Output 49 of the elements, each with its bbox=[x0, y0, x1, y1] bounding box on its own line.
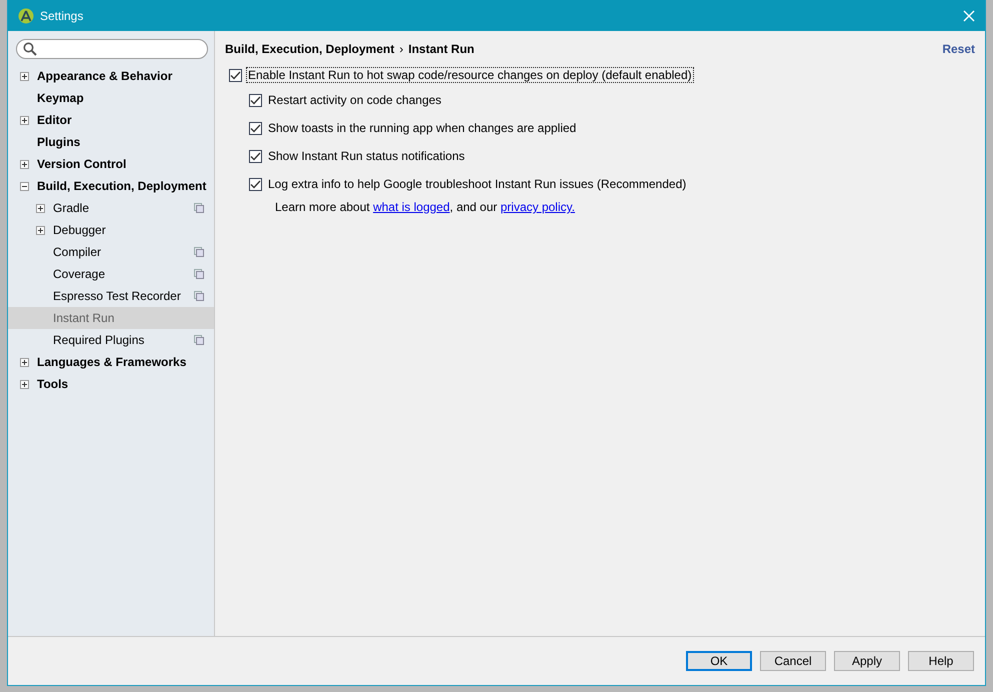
checkbox-label[interactable]: Log extra info to help Google troubleshoot Instant Run issues (Recommended) bbox=[266, 176, 688, 192]
dialog-button[interactable]: Apply bbox=[834, 651, 900, 671]
breadcrumb-current: Instant Run bbox=[408, 42, 474, 56]
expand-icon[interactable] bbox=[36, 226, 45, 234]
expand-icon[interactable] bbox=[20, 358, 29, 366]
collapse-icon[interactable] bbox=[20, 182, 29, 190]
tree-item[interactable]: Required Plugins bbox=[8, 329, 214, 351]
expand-icon[interactable] bbox=[20, 380, 29, 388]
tree-item[interactable]: Instant Run bbox=[8, 307, 214, 329]
checkbox-label[interactable]: Show toasts in the running app when changes are applied bbox=[266, 120, 578, 136]
search-icon bbox=[23, 42, 37, 56]
checkbox-label[interactable]: Enable Instant Run to hot swap code/resource changes on deploy (default enabled) bbox=[246, 67, 694, 83]
expand-icon[interactable] bbox=[20, 116, 29, 124]
tree-item[interactable]: Appearance & Behavior bbox=[8, 65, 214, 87]
expand-icon[interactable] bbox=[20, 160, 29, 168]
tree-item[interactable]: Editor bbox=[8, 109, 214, 131]
checkbox-label[interactable]: Restart activity on code changes bbox=[266, 92, 444, 108]
tree-item[interactable]: Compiler bbox=[8, 241, 214, 263]
dialog-button[interactable]: OK bbox=[686, 651, 752, 671]
dialog-button[interactable]: Help bbox=[908, 651, 974, 671]
window-title: Settings bbox=[40, 8, 84, 22]
android-icon bbox=[18, 8, 34, 24]
checkbox[interactable] bbox=[249, 122, 262, 134]
tree-item[interactable]: Tools bbox=[8, 373, 214, 395]
reset-link[interactable]: Reset bbox=[942, 42, 975, 56]
checkbox[interactable] bbox=[249, 150, 262, 162]
tree-item[interactable]: Gradle bbox=[8, 197, 214, 219]
tree-item[interactable]: Plugins bbox=[8, 131, 214, 153]
checkbox[interactable] bbox=[249, 94, 262, 106]
dialog-button[interactable]: Cancel bbox=[760, 651, 826, 671]
learn-more-text: Learn more about what is logged, and our privacy policy. bbox=[275, 200, 576, 214]
breadcrumb-parent: Build, Execution, Deployment bbox=[225, 42, 394, 56]
tree-item[interactable]: Keymap bbox=[8, 87, 214, 109]
breadcrumb-separator: › bbox=[399, 42, 404, 56]
link[interactable]: privacy policy. bbox=[500, 200, 575, 214]
close-icon[interactable] bbox=[963, 10, 975, 22]
expand-icon[interactable] bbox=[36, 204, 45, 212]
expand-icon[interactable] bbox=[20, 72, 29, 80]
checkbox[interactable] bbox=[229, 68, 242, 82]
tree-item[interactable]: Build, Execution, Deployment bbox=[8, 175, 214, 197]
link[interactable]: what is logged bbox=[373, 200, 450, 214]
tree-item[interactable]: Languages & Frameworks bbox=[8, 351, 214, 373]
tree-item[interactable]: Espresso Test Recorder bbox=[8, 285, 214, 307]
tree-item[interactable]: Debugger bbox=[8, 219, 214, 241]
tree-item[interactable]: Version Control bbox=[8, 153, 214, 175]
search-field[interactable] bbox=[16, 39, 208, 59]
checkbox[interactable] bbox=[249, 178, 262, 190]
checkbox-label[interactable]: Show Instant Run status notifications bbox=[266, 148, 467, 164]
tree-item[interactable]: Coverage bbox=[8, 263, 214, 285]
